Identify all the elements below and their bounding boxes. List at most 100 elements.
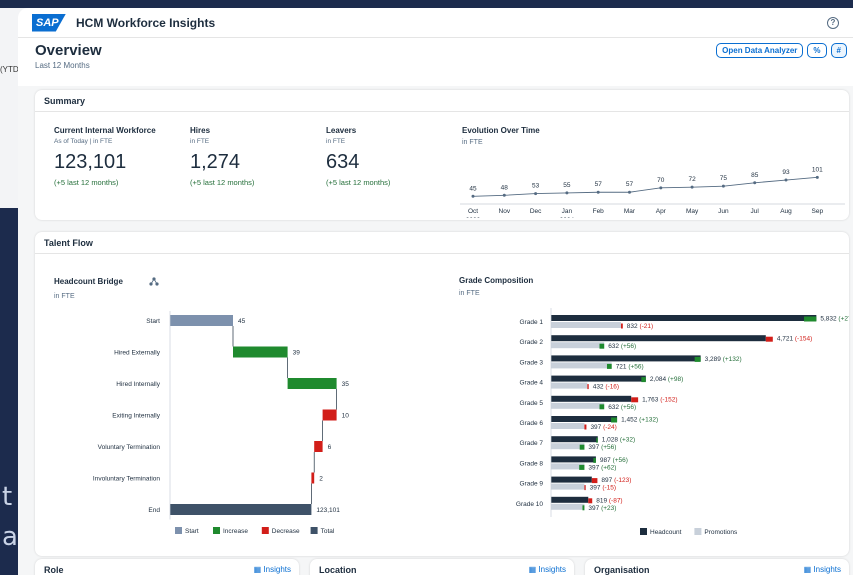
percent-toggle-button[interactable]: %	[807, 43, 827, 58]
talent-flow-title: Talent Flow	[35, 232, 849, 254]
headcount-delta-bar	[694, 356, 701, 362]
number-toggle-button[interactable]: #	[830, 43, 847, 58]
headcount-bar	[551, 456, 596, 463]
evolution-data-label: 48	[501, 184, 509, 191]
grade-category-label: Grade 4	[520, 380, 544, 387]
promotions-bar	[551, 423, 585, 429]
evolution-point	[628, 190, 631, 194]
kpi-subtitle: in FTE	[190, 138, 210, 145]
promotions-bar	[551, 322, 622, 328]
grade-category-label: Grade 7	[520, 440, 544, 447]
organisation-card: Organisation ▦ Insights	[585, 559, 849, 575]
promotions-data-label: 632 (+56)	[608, 404, 636, 411]
bridge-data-label: 10	[342, 413, 350, 420]
evolution-point	[815, 175, 819, 179]
evolution-point	[534, 192, 538, 196]
bridge-category-label: Exiting Internally	[112, 413, 160, 420]
bridge-data-label: 35	[342, 381, 350, 388]
headcount-delta-bar	[611, 417, 618, 423]
headcount-delta-bar	[596, 437, 598, 443]
headcount-delta-bar	[641, 377, 646, 383]
headcount-bridge-title: Headcount Bridge	[54, 277, 123, 286]
grade-category-label: Grade 9	[520, 481, 544, 488]
insights-label: Insights	[263, 565, 291, 574]
bridge-bar	[314, 441, 323, 452]
headcount-bar	[551, 315, 817, 321]
insights-label: Insights	[813, 565, 841, 574]
kpi-current-workforce[interactable]: Current Internal Workforce As of Today |…	[54, 126, 156, 187]
bridge-category-label: Hired Internally	[116, 381, 160, 388]
headcount-bar	[551, 395, 632, 402]
evolution-tick-label: May	[686, 208, 699, 215]
open-data-analyzer-button[interactable]: Open Data Analyzer	[716, 43, 804, 58]
bridge-data-label: 39	[293, 350, 301, 357]
role-insights-link[interactable]: ▦ Insights	[254, 565, 291, 574]
kpi-title: Hires	[190, 126, 211, 135]
background-letter: t	[2, 482, 13, 512]
headcount-delta-bar	[588, 498, 593, 504]
grade-composition-chart[interactable]: Grade 1 5,832 (+271) 832 (-21) Grade 2 4,721…	[455, 300, 849, 540]
bridge-bar	[233, 346, 288, 358]
evolution-data-label: 57	[626, 181, 634, 188]
kpi-leavers[interactable]: Leavers in FTE 634 (+5 last 12 months)	[326, 126, 390, 187]
kpi-delta: (+5 last 12 months)	[54, 178, 119, 187]
grade-category-label: Grade 3	[520, 359, 544, 366]
promotions-delta-bar	[584, 485, 586, 491]
talent-flow-card: Talent Flow Headcount Bridge in FTE Star…	[35, 232, 849, 556]
grade-composition-title: Grade Composition	[459, 276, 534, 285]
kpi-value: 123,101	[54, 151, 127, 173]
app-title: HCM Workforce Insights	[76, 15, 216, 30]
sap-logo[interactable]: SAP	[32, 13, 66, 32]
kpi-hires[interactable]: Hires in FTE 1,274 (+5 last 12 months)	[190, 126, 254, 187]
kpi-subtitle: As of Today | in FTE	[54, 138, 113, 145]
headcount-delta-bar	[804, 316, 817, 322]
headcount-bar	[551, 496, 589, 503]
bridge-bar	[287, 378, 337, 389]
evolution-tick-label: Aug	[780, 208, 792, 215]
legend-swatch	[261, 527, 269, 534]
bridge-category-label: Voluntary Termination	[98, 444, 161, 451]
role-card: Role ▦ Insights	[35, 559, 299, 575]
location-card: Location ▦ Insights	[310, 559, 574, 575]
legend-swatch	[694, 528, 702, 535]
evolution-subtitle: in FTE	[462, 139, 483, 146]
promotions-data-label: 397 (-15)	[590, 485, 616, 492]
headcount-data-label: 987 (+56)	[600, 457, 628, 464]
headcount-data-label: 1,763 (-152)	[642, 396, 677, 403]
promotions-data-label: 632 (+56)	[608, 343, 636, 350]
headcount-bridge-chart[interactable]: Start 45 Hired Externally 39 Hired Internall…	[35, 302, 455, 542]
legend-label: Start	[185, 528, 199, 535]
kpi-title: Current Internal Workforce	[54, 126, 156, 135]
hierarchy-icon[interactable]	[149, 277, 159, 286]
evolution-data-label: 57	[595, 181, 603, 188]
legend-swatch	[175, 527, 182, 534]
location-insights-link[interactable]: ▦ Insights	[529, 565, 566, 574]
promotions-data-label: 432 (-16)	[593, 384, 619, 391]
evolution-data-label: 55	[563, 182, 571, 189]
evolution-line-chart[interactable]: 45 48 53 55 57 57 70 72 75 85 93 101 Oct 2023 Nov Dec Ja…	[460, 150, 845, 218]
promotions-delta-bar	[582, 505, 585, 511]
evolution-tick-label: Sep	[812, 208, 824, 215]
help-icon[interactable]: ?	[827, 16, 839, 29]
organisation-insights-link[interactable]: ▦ Insights	[804, 565, 841, 574]
promotions-delta-bar	[599, 404, 605, 410]
headcount-bar	[551, 375, 646, 382]
evolution-data-label: 85	[751, 172, 759, 179]
evolution-point	[659, 186, 663, 190]
headcount-data-label: 1,028 (+32)	[602, 437, 635, 444]
evolution-point	[502, 193, 506, 197]
headcount-delta-bar	[631, 397, 639, 403]
summary-card-title: Summary	[35, 90, 849, 112]
evolution-data-label: 101	[812, 166, 823, 173]
promotions-delta-bar	[579, 444, 585, 450]
page-header: Overview Last 12 Months Open Data Analyz…	[18, 38, 853, 86]
evolution-point	[721, 184, 725, 188]
grade-category-label: Grade 8	[520, 460, 544, 467]
bridge-bar	[311, 472, 315, 484]
kpi-delta: (+5 last 12 months)	[190, 178, 255, 187]
evolution-data-label: 53	[532, 183, 540, 190]
bridge-category-label: End	[148, 507, 160, 514]
evolution-tick-label: Jan	[562, 208, 573, 215]
bridge-bar	[170, 315, 233, 326]
page-subtitle: Last 12 Months	[35, 61, 90, 70]
